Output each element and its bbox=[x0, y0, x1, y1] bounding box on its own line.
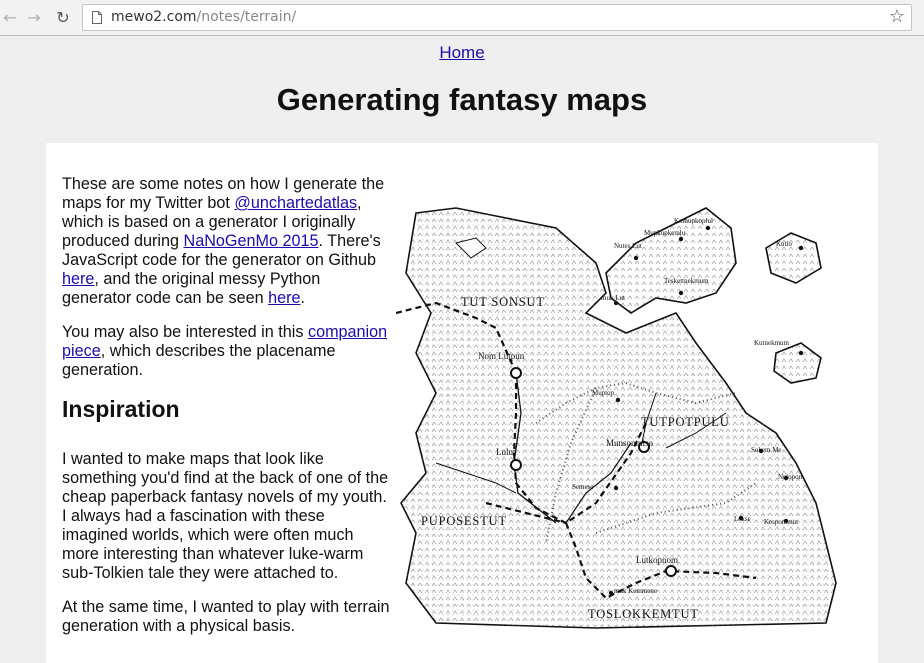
physical-basis-paragraph: At the same time, I wanted to play with … bbox=[62, 598, 390, 635]
map-town-label: Kutlo bbox=[776, 240, 792, 248]
map-city-label: Lulut bbox=[496, 447, 516, 457]
twitter-bot-link[interactable]: @unchartedatlas bbox=[234, 194, 357, 212]
map-city-label: Lutkopnom bbox=[636, 555, 678, 565]
article-content: These are some notes on how I generate t… bbox=[46, 143, 878, 663]
inspiration-paragraph: I wanted to make maps that look like som… bbox=[62, 450, 389, 582]
map-town-label: muk Lut bbox=[601, 294, 625, 302]
arrow-right-icon: → bbox=[27, 8, 41, 27]
map-town-label: Nelopon bbox=[778, 473, 803, 481]
star-icon: ☆ bbox=[888, 6, 905, 27]
map-city bbox=[510, 459, 522, 471]
home-link[interactable]: Home bbox=[439, 43, 484, 62]
url-path: /notes/terrain/ bbox=[196, 9, 297, 25]
map-town-label: Muptop bbox=[592, 389, 615, 397]
map-town-label: Komupkoplul bbox=[674, 217, 713, 225]
map-town-label: Teskettnekmum bbox=[664, 277, 709, 285]
map-town-label: Lekse bbox=[734, 515, 751, 523]
arrow-left-icon: ← bbox=[3, 8, 17, 27]
map-region-label: TUT SONSUT bbox=[461, 295, 545, 309]
bookmark-button[interactable]: ☆ bbox=[889, 7, 905, 27]
map-city bbox=[665, 565, 677, 577]
map-city-label: Munsontulso bbox=[606, 438, 654, 448]
url-host: mewo2.com bbox=[111, 9, 197, 25]
map-region-label: PUPOSESTUT bbox=[421, 514, 507, 528]
map-town-label: muk Kemmene bbox=[614, 587, 657, 595]
nanogenmo-link[interactable]: NaNoGenMo 2015 bbox=[184, 232, 319, 250]
reload-icon: ↻ bbox=[56, 8, 70, 27]
map-town-label: Sokem Me bbox=[751, 446, 782, 454]
text-span: You may also be interested in this bbox=[62, 323, 308, 341]
page-icon bbox=[92, 11, 102, 24]
browser-toolbar: ← → ↻ mewo2.com/notes/terrain/ ☆ bbox=[0, 0, 924, 36]
text-span: , which describes the placename generati… bbox=[62, 342, 336, 379]
map-town-label: Nutes Lut bbox=[614, 242, 642, 250]
map-region-label: TUTPOTPULU bbox=[641, 415, 730, 429]
home-nav: Home bbox=[0, 43, 924, 63]
map-city-label: Nom Lutpun bbox=[478, 351, 525, 361]
map-region-label: TOSLOKKEMTUT bbox=[588, 607, 699, 621]
url-text: mewo2.com/notes/terrain/ bbox=[111, 9, 296, 25]
map-town-label: Mupkupkemlu bbox=[644, 229, 686, 237]
section-heading: Inspiration bbox=[62, 396, 180, 422]
article-text: These are some notes on how I generate t… bbox=[62, 175, 392, 651]
map-town-label: Kesponmun bbox=[764, 518, 798, 526]
map-city bbox=[510, 367, 522, 379]
github-link[interactable]: here bbox=[62, 270, 94, 288]
map-town-label: Kutnekmum bbox=[754, 339, 790, 347]
address-bar[interactable]: mewo2.com/notes/terrain/ ☆ bbox=[82, 4, 912, 31]
intro-paragraph: These are some notes on how I generate t… bbox=[62, 175, 392, 308]
back-button[interactable]: ← bbox=[0, 8, 20, 28]
reload-button[interactable]: ↻ bbox=[53, 8, 73, 28]
python-code-link[interactable]: here bbox=[268, 289, 300, 307]
forward-button[interactable]: → bbox=[24, 8, 44, 28]
page-title: Generating fantasy maps bbox=[276, 82, 648, 117]
companion-paragraph: You may also be interested in this compa… bbox=[62, 323, 392, 380]
text-span: . bbox=[300, 289, 306, 307]
fantasy-map-image: TUT SONSUT TUTPOTPULU PUPOSESTUT TOSLOKK… bbox=[396, 203, 846, 633]
map-town-label: Semese bbox=[572, 483, 593, 491]
